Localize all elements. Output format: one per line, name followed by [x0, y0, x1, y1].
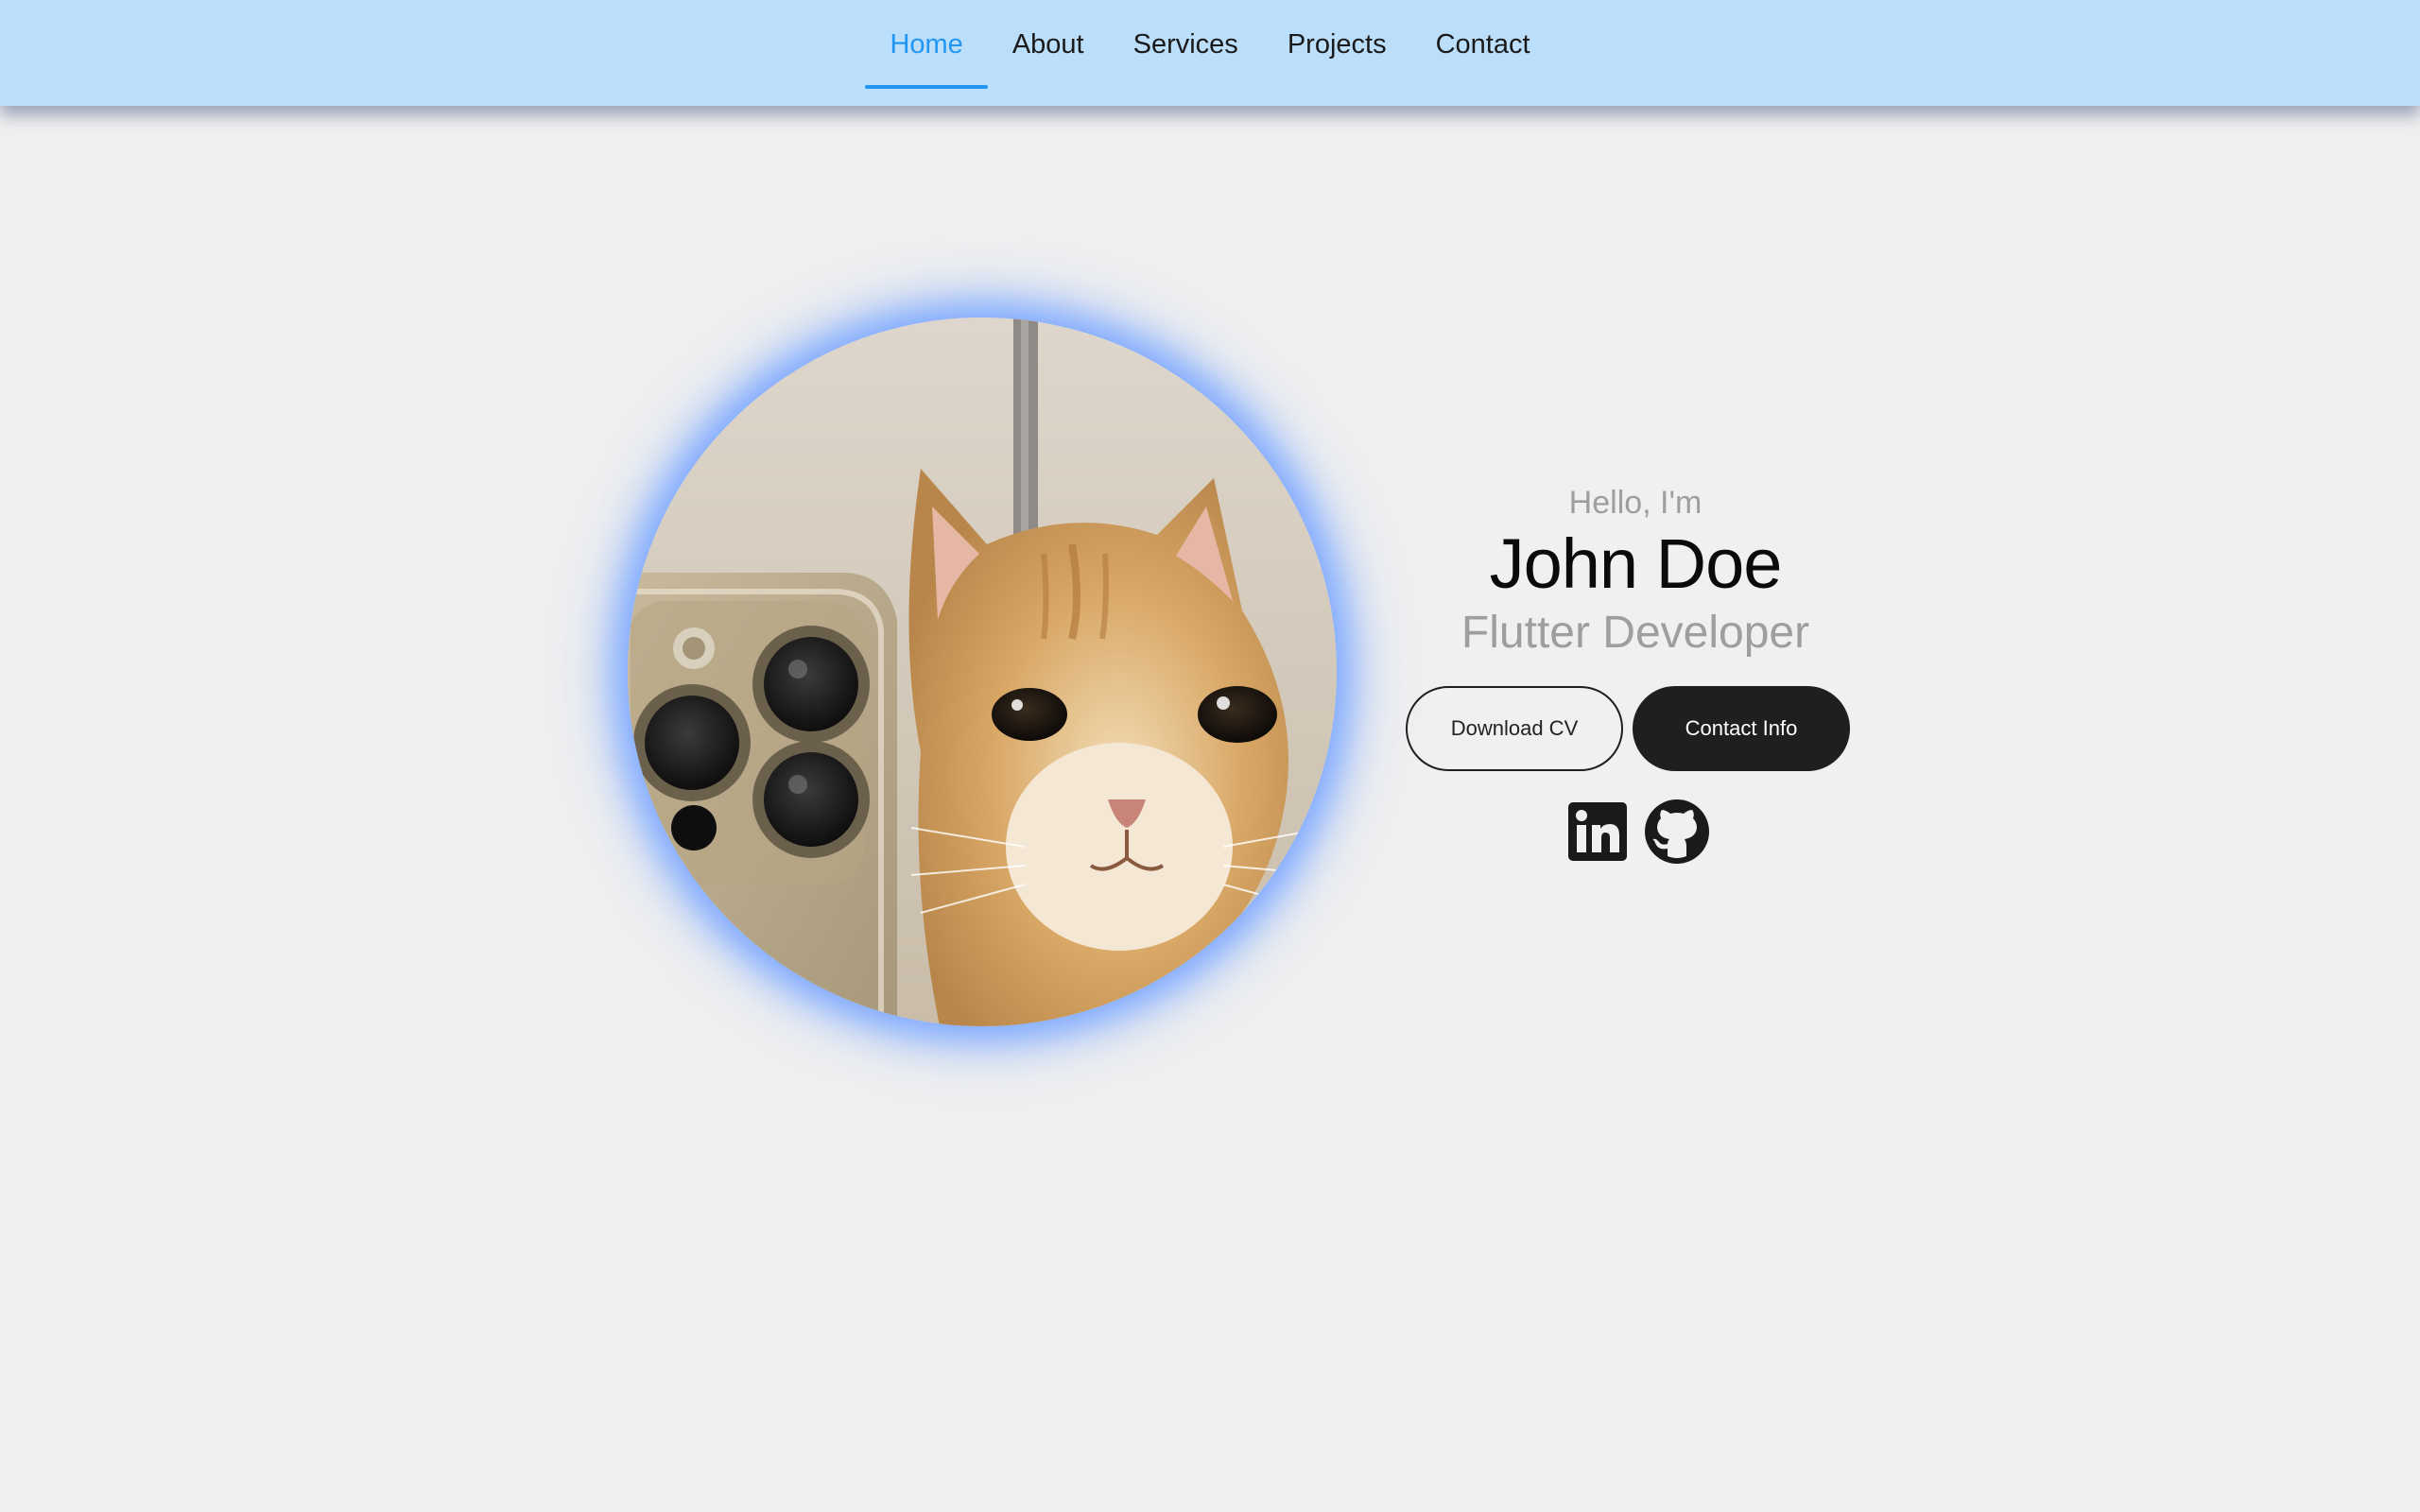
download-cv-button[interactable]: Download CV — [1406, 686, 1623, 771]
nav-item-label: Projects — [1287, 28, 1387, 60]
nav-item-label: Home — [890, 28, 963, 60]
nav-item-home[interactable]: Home — [865, 0, 989, 89]
linkedin-link[interactable] — [1565, 799, 1630, 864]
linkedin-icon — [1568, 802, 1627, 861]
social-links — [1565, 799, 1709, 864]
top-navbar: Home About Services Projects Contact — [0, 0, 2420, 106]
hero-role: Flutter Developer — [1461, 608, 1810, 658]
hero-intro: Hello, I'm John Doe Flutter Developer — [1399, 482, 1872, 662]
hero-actions: Download CV Contact Info — [1406, 686, 1850, 771]
hero-name: John Doe — [1489, 524, 1783, 603]
nav-item-label: About — [1011, 28, 1084, 60]
nav-item-projects[interactable]: Projects — [1263, 0, 1411, 89]
contact-info-button[interactable]: Contact Info — [1633, 686, 1850, 771]
nav-item-contact[interactable]: Contact — [1411, 0, 1555, 89]
github-link[interactable] — [1645, 799, 1709, 864]
nav-item-about[interactable]: About — [988, 0, 1109, 89]
contact-info-label: Contact Info — [1685, 716, 1798, 740]
github-icon — [1645, 799, 1709, 864]
profile-photo — [628, 318, 1337, 1026]
nav-menu: Home About Services Projects Contact — [0, 0, 2420, 106]
download-cv-label: Download CV — [1450, 716, 1579, 740]
kitten-photo-image — [628, 318, 1337, 1026]
nav-item-label: Services — [1132, 28, 1238, 60]
nav-item-label: Contact — [1435, 28, 1530, 60]
nav-item-services[interactable]: Services — [1109, 0, 1263, 89]
greeting-text: Hello, I'm — [1568, 485, 1703, 521]
